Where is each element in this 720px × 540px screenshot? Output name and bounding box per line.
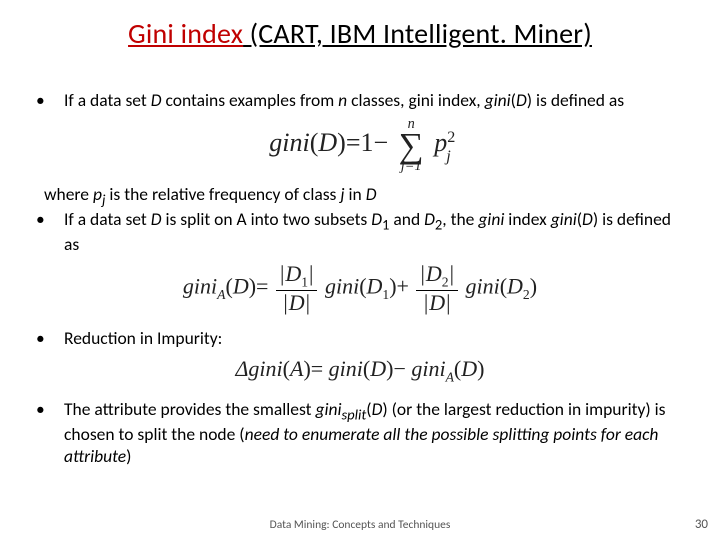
equation-2: giniA(D)= D1 D gini(D1)+ D2 D gini(D2) [30,263,690,314]
footer-text: Data Mining: Concepts and Techniques [0,518,720,532]
title-rest: (CART, IBM Intelligent. Miner) [243,16,592,51]
equation-1: gini(D)=1− n ∑ j=1 p2j [30,117,690,173]
bullet-1: • If a data set D contains examples from… [30,90,690,111]
bullet-3: • Reduction in Impurity: [30,328,690,349]
bullet-dot: • [30,90,64,111]
where-line: where pj is the relative frequency of cl… [30,184,690,209]
bullet-3-text: Reduction in Impurity: [64,328,690,349]
slide: Gini index (CART, IBM Intelligent. Miner… [0,0,720,540]
bullet-2-text: If a data set D is split on A into two s… [64,209,690,256]
bullet-1-text: If a data set D contains examples from n… [64,90,690,111]
bullet-4-text: The attribute provides the smallest gini… [64,399,690,467]
title-accent: Gini index [128,16,243,51]
bullet-dot: • [30,399,64,467]
bullet-dot: • [30,209,64,256]
bullet-4: • The attribute provides the smallest gi… [30,399,690,467]
page-number: 30 [695,517,708,532]
bullet-2: • If a data set D is split on A into two… [30,209,690,256]
content: • If a data set D contains examples from… [30,90,690,467]
equation-3: Δgini(A)= gini(D)− giniA(D) [30,356,690,385]
bullet-dot: • [30,328,64,349]
slide-title: Gini index (CART, IBM Intelligent. Miner… [0,16,720,51]
